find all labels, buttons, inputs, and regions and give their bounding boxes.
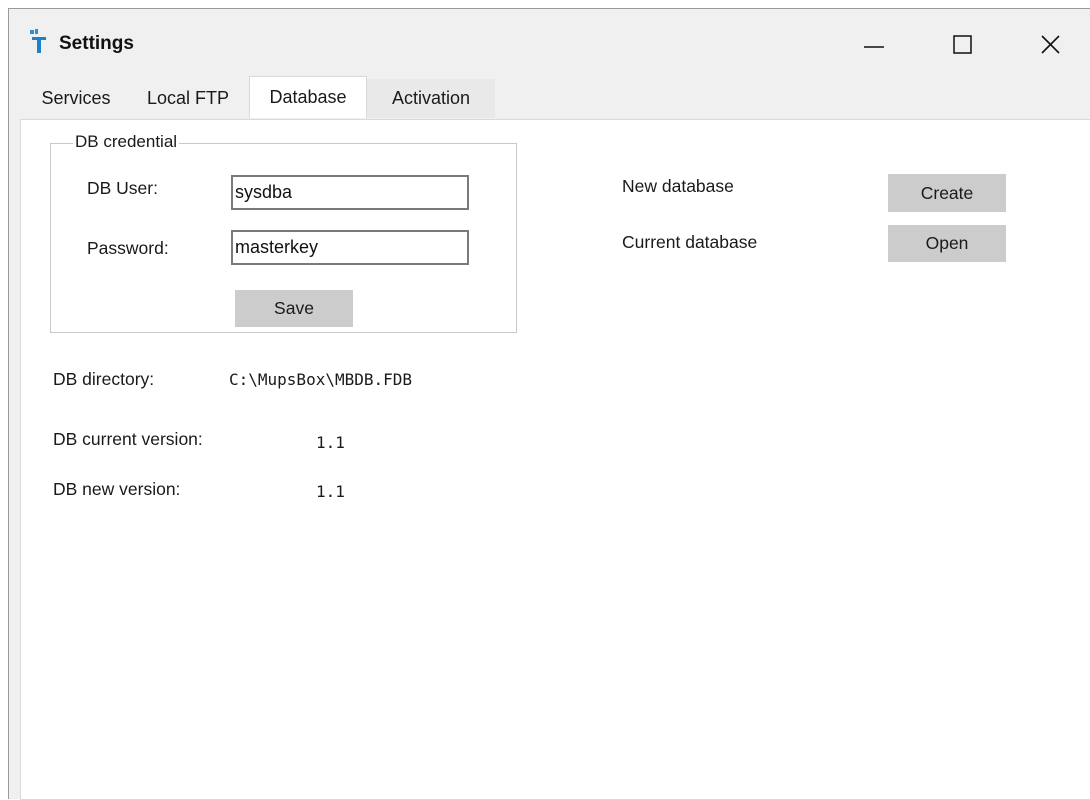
app-icon xyxy=(28,28,50,54)
db-directory-label: DB directory: xyxy=(53,369,155,389)
db-new-version-value: 1.1 xyxy=(316,482,345,501)
tab-activation[interactable]: Activation xyxy=(367,79,495,118)
maximize-button[interactable] xyxy=(933,23,993,63)
maximize-icon xyxy=(953,35,972,54)
db-user-field[interactable] xyxy=(231,175,469,210)
database-tab-panel: DB credential DB User: Password: Save DB… xyxy=(20,119,1090,800)
new-database-label: New database xyxy=(622,176,734,196)
db-current-version-label: DB current version: xyxy=(53,429,203,449)
settings-window: Settings Services Local FTP Database Act… xyxy=(8,8,1090,800)
password-field[interactable] xyxy=(231,230,469,265)
create-button[interactable]: Create xyxy=(888,174,1006,212)
db-directory-value: C:\MupsBox\MBDB.FDB xyxy=(229,370,413,389)
open-button[interactable]: Open xyxy=(888,225,1006,262)
db-user-label: DB User: xyxy=(87,178,158,198)
db-current-version-value: 1.1 xyxy=(316,433,345,452)
minimize-button[interactable] xyxy=(844,23,904,63)
save-button[interactable]: Save xyxy=(235,290,353,327)
tab-services[interactable]: Services xyxy=(25,79,127,118)
db-credential-legend: DB credential xyxy=(73,132,180,152)
title-bar[interactable]: Settings xyxy=(9,9,1090,78)
current-database-label: Current database xyxy=(622,232,758,252)
tab-local-ftp[interactable]: Local FTP xyxy=(127,79,249,118)
close-button[interactable] xyxy=(1020,23,1080,63)
minimize-icon xyxy=(864,46,884,48)
close-icon xyxy=(1041,35,1060,54)
window-title: Settings xyxy=(59,33,134,54)
password-label: Password: xyxy=(87,238,169,258)
db-new-version-label: DB new version: xyxy=(53,479,181,499)
tab-database[interactable]: Database xyxy=(249,76,367,118)
